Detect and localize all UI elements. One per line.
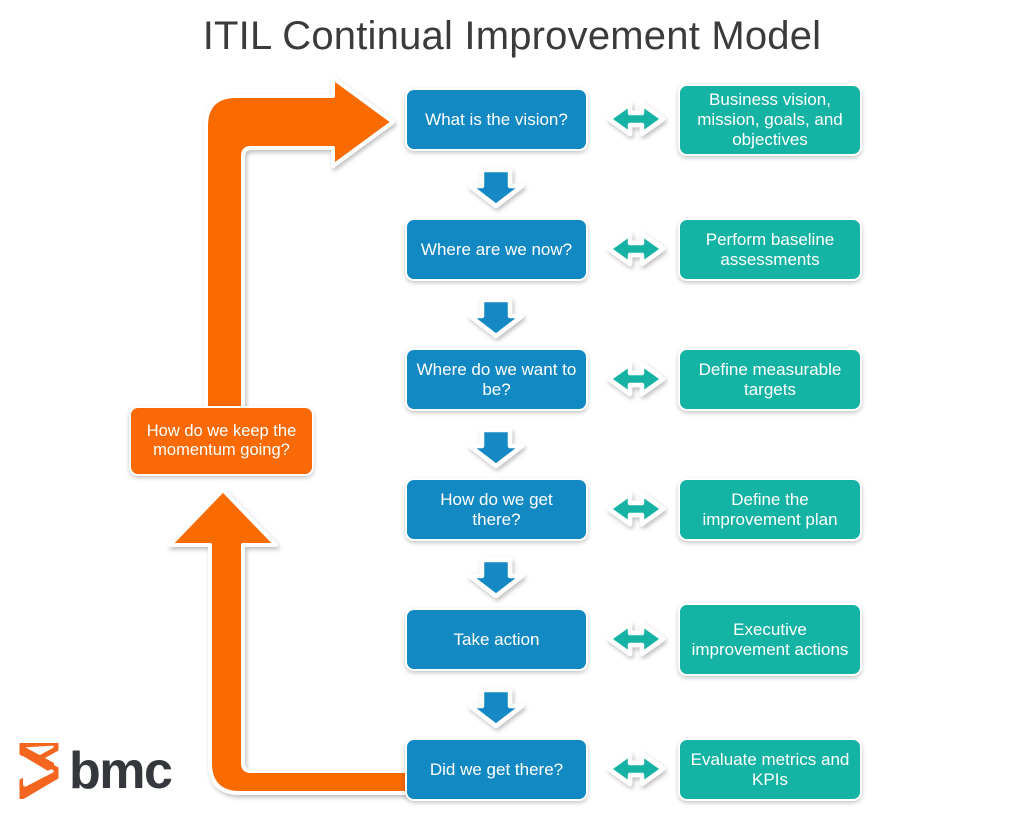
arrow-down-icon <box>467 167 525 209</box>
stage-label: Take action <box>453 629 540 649</box>
loop-arrow-to-vision <box>204 76 395 442</box>
double-arrow-icon <box>606 361 666 397</box>
stage-box-did-we-get-there[interactable]: Did we get there? <box>405 738 588 801</box>
stage-label: How do we get there? <box>440 489 553 529</box>
output-label: Business vision, mission, goals, and obj… <box>697 90 843 149</box>
bmc-wordmark: bmc <box>69 742 173 800</box>
stage-box-take-action[interactable]: Take action <box>405 608 588 671</box>
momentum-box[interactable]: How do we keep the momentum going? <box>129 406 314 476</box>
arrow-down-icon <box>467 427 525 469</box>
output-label: Evaluate metrics and KPIs <box>690 749 850 789</box>
double-arrow-icon <box>606 231 666 267</box>
stage-box-how-get-there[interactable]: How do we get there? <box>405 478 588 541</box>
stage-output-link-arrows <box>606 101 666 787</box>
double-arrow-icon <box>606 101 666 137</box>
page-title: ITIL Continual Improvement Model <box>202 14 822 58</box>
bmc-logo: bmc <box>18 740 193 802</box>
output-box-did-we-get-there[interactable]: Evaluate metrics and KPIs <box>678 738 862 801</box>
stage-label: Did we get there? <box>429 759 564 779</box>
stage-label: Where are we now? <box>420 239 573 259</box>
stage-box-where-want[interactable]: Where do we want to be? <box>405 348 588 411</box>
output-box-where-want[interactable]: Define measurable targets <box>678 348 862 411</box>
double-arrow-icon <box>606 491 666 527</box>
bmc-chevron-icon <box>19 743 59 799</box>
stage-box-where-now[interactable]: Where are we now? <box>405 218 588 281</box>
output-label: Perform baseline assessments <box>705 229 835 269</box>
output-label: Define the improvement plan <box>702 489 838 529</box>
momentum-label: How do we keep the momentum going? <box>146 421 297 459</box>
loop-arrow-to-momentum <box>168 488 412 795</box>
arrow-down-icon <box>467 557 525 599</box>
arrow-down-icon <box>467 687 525 729</box>
double-arrow-icon <box>606 751 666 787</box>
output-box-take-action[interactable]: Executive improvement actions <box>678 603 862 676</box>
output-box-how-get-there[interactable]: Define the improvement plan <box>678 478 862 541</box>
output-label: Executive improvement actions <box>691 619 849 659</box>
stage-label: What is the vision? <box>425 109 568 129</box>
output-box-vision[interactable]: Business vision, mission, goals, and obj… <box>678 84 862 156</box>
double-arrow-icon <box>606 621 666 657</box>
output-label: Define measurable targets <box>698 359 842 399</box>
arrow-down-icon <box>467 297 525 339</box>
diagram-canvas: ITIL Continual Improvement Model What is… <box>0 0 1024 819</box>
stage-box-vision[interactable]: What is the vision? <box>405 88 588 151</box>
stage-label: Where do we want to be? <box>416 359 577 399</box>
output-box-where-now[interactable]: Perform baseline assessments <box>678 218 862 281</box>
